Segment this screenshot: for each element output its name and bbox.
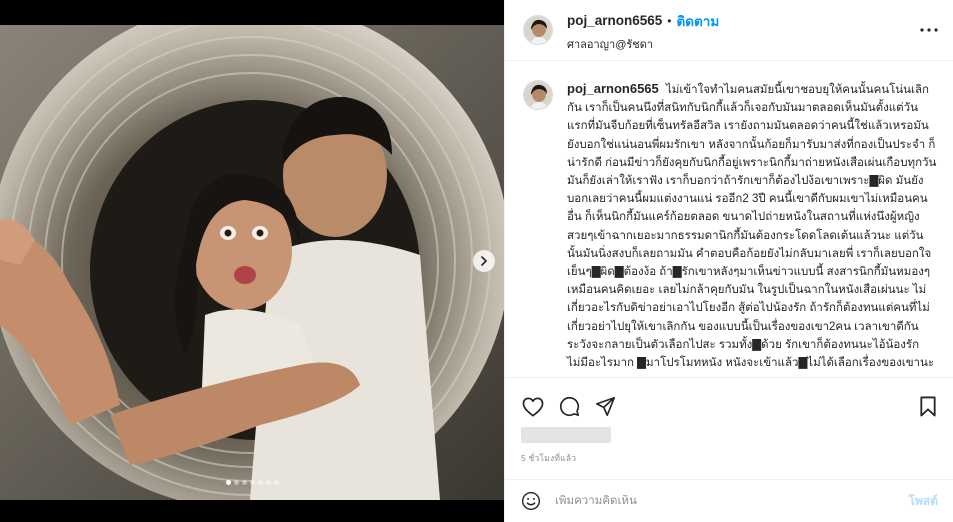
bookmark-icon — [920, 396, 936, 417]
post-timestamp: 5 ชั่วโมงที่แล้ว — [521, 453, 577, 463]
carousel-dot — [233, 480, 239, 485]
post-photo[interactable] — [0, 25, 504, 500]
likes-count-redacted — [521, 427, 611, 443]
photo-illustration — [0, 25, 504, 500]
separator-dot: • — [667, 13, 672, 28]
chevron-right-icon — [481, 256, 487, 266]
post-caption: poj_arnon6565 ไม่เข้าใจทำไมคนสมัยนี้เขาช… — [567, 80, 937, 377]
share-button[interactable] — [593, 395, 617, 419]
add-comment-bar: โพสต์ — [505, 479, 953, 522]
follow-button[interactable]: ติดตาม — [677, 10, 720, 32]
comment-icon — [559, 396, 579, 417]
avatar[interactable] — [523, 15, 553, 45]
save-button[interactable] — [916, 395, 940, 419]
carousel-dot — [257, 480, 263, 485]
like-button[interactable] — [521, 395, 545, 419]
post-media — [0, 0, 504, 522]
heart-icon — [522, 397, 544, 416]
next-slide-button[interactable] — [473, 250, 495, 272]
comment-input[interactable] — [555, 495, 909, 507]
post-comment-button[interactable]: โพสต์ — [909, 492, 938, 511]
avatar-image — [524, 16, 552, 44]
carousel-indicator — [0, 480, 504, 485]
header-text: poj_arnon6565 • ติดตาม ศาลอาญา@รัชดา — [567, 10, 719, 53]
caption-text: ไม่เข้าใจทำไมคนสมัยนี้เขาชอบยุให้คนนั้นค… — [567, 84, 937, 370]
avatar-image — [524, 81, 552, 109]
caption-avatar[interactable] — [523, 80, 553, 110]
carousel-dot — [273, 480, 279, 485]
post-header: poj_arnon6565 • ติดตาม ศาลอาญา@รัชดา — [505, 0, 953, 61]
username-link[interactable]: poj_arnon6565 — [567, 13, 662, 28]
more-horizontal-icon — [920, 28, 938, 32]
smiley-icon — [521, 491, 541, 511]
paper-plane-icon — [595, 396, 615, 417]
action-bar — [505, 377, 953, 425]
header-row: poj_arnon6565 • ติดตาม — [567, 10, 719, 32]
comment-button[interactable] — [557, 395, 581, 419]
carousel-dot — [249, 480, 255, 485]
caption-username[interactable]: poj_arnon6565 — [567, 81, 659, 96]
carousel-dot — [225, 480, 231, 485]
post-panel: poj_arnon6565 • ติดตาม ศาลอาญา@รัชดา poj… — [504, 0, 953, 522]
emoji-button[interactable] — [521, 491, 541, 511]
more-options-button[interactable] — [919, 20, 939, 40]
carousel-dot — [265, 480, 271, 485]
carousel-dot — [241, 480, 247, 485]
comments-section[interactable]: poj_arnon6565 ไม่เข้าใจทำไมคนสมัยนี้เขาช… — [505, 62, 953, 377]
location-link[interactable]: ศาลอาญา@รัชดา — [567, 35, 719, 53]
